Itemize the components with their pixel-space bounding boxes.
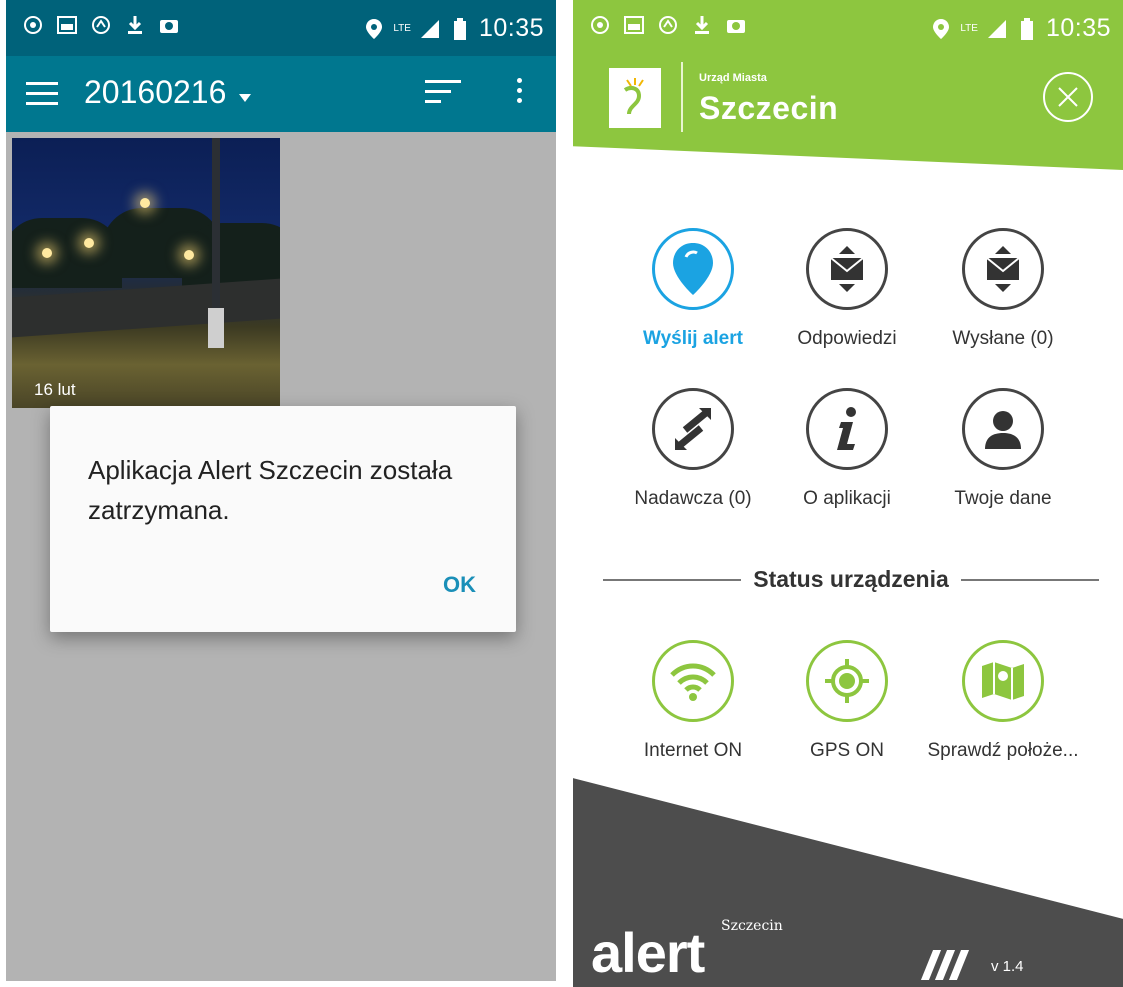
menu-label: Twoje dane: [954, 488, 1052, 509]
header-divider: [681, 62, 683, 132]
error-dialog: Aplikacja Alert Szczecin została zatrzym…: [50, 406, 516, 632]
photo-thumbnail[interactable]: [12, 138, 280, 408]
status-label: GPS ON: [810, 740, 884, 761]
status-heading-label: Status urządzenia: [753, 566, 949, 592]
menu-your-data[interactable]: Twoje dane: [913, 388, 1093, 510]
signal-icon: [986, 18, 1008, 40]
menu-responses[interactable]: Odpowiedzi: [757, 228, 937, 350]
network-label: LTE: [960, 22, 978, 34]
status-label: Sprawdź położe...: [927, 740, 1079, 761]
mail-in-icon: [806, 228, 888, 310]
left-screen: LTE 10:35 20160216 16 lut Aplikacja Aler…: [6, 0, 556, 981]
alert-logo: alert: [591, 921, 705, 984]
stripes-icon: [920, 950, 970, 980]
signal-icon: [419, 18, 441, 40]
menu-label: Odpowiedzi: [797, 328, 897, 349]
wifi-icon: [652, 640, 734, 722]
camera-icon: [725, 14, 747, 36]
status-label: Internet ON: [643, 740, 743, 761]
sort-icon[interactable]: [425, 80, 461, 108]
gps-icon: [806, 640, 888, 722]
location-icon: [363, 18, 385, 40]
image-icon: [56, 14, 78, 36]
image-icon: [623, 14, 645, 36]
clock: 10:35: [1045, 14, 1111, 42]
header-title: Szczecin: [699, 90, 839, 126]
menu-label: Wyślij alert: [643, 328, 743, 349]
camera-icon: [158, 14, 180, 36]
mail-out-icon: [962, 228, 1044, 310]
user-icon: [962, 388, 1044, 470]
header-subtitle: Urząd Miasta: [699, 72, 767, 84]
status-bar: LTE 10:35: [573, 0, 1123, 56]
app-version: v 1.4: [991, 958, 1024, 975]
menu-outbox[interactable]: Nadawcza (0): [603, 388, 783, 510]
clock: 10:35: [478, 14, 544, 42]
close-button[interactable]: [1043, 72, 1093, 122]
status-bar: LTE 10:35: [6, 0, 556, 56]
menu-about[interactable]: O aplikacji: [757, 388, 937, 510]
dropdown-icon[interactable]: [238, 90, 252, 108]
status-section-heading: Status urządzenia: [603, 566, 1100, 593]
download-icon: [691, 14, 713, 36]
info-icon: [806, 388, 888, 470]
menu-label: O aplikacji: [803, 488, 891, 509]
menu-label: Wysłane (0): [952, 328, 1054, 349]
download-icon: [124, 14, 146, 36]
status-internet: Internet ON: [603, 640, 783, 762]
whatsapp-icon: [22, 14, 44, 36]
battery-icon: [1016, 17, 1038, 40]
sync-icon: [90, 14, 112, 36]
status-check-location[interactable]: Sprawdź położe...: [913, 640, 1093, 762]
status-gps: GPS ON: [757, 640, 937, 762]
network-label: LTE: [393, 22, 411, 34]
album-title-dropdown[interactable]: 20160216: [84, 74, 226, 111]
location-icon: [930, 18, 952, 40]
outbox-arrows-icon: [652, 388, 734, 470]
more-options-icon[interactable]: [514, 78, 524, 110]
right-screen: LTE 10:35 Urząd Miasta Szczecin Wyślij a…: [573, 0, 1123, 987]
menu-sent[interactable]: Wysłane (0): [913, 228, 1093, 350]
ok-button[interactable]: OK: [437, 568, 482, 602]
battery-icon: [449, 17, 471, 40]
map-icon: [962, 640, 1044, 722]
photo-date: 16 lut: [34, 380, 76, 399]
city-logo-icon: [609, 68, 661, 128]
menu-send-alert[interactable]: Wyślij alert: [603, 228, 783, 350]
toolbar: 20160216: [6, 56, 556, 132]
map-pin-icon: [652, 228, 734, 310]
menu-icon[interactable]: [26, 82, 58, 106]
dialog-message: Aplikacja Alert Szczecin została zatrzym…: [88, 455, 453, 525]
menu-label: Nadawcza (0): [634, 488, 752, 509]
whatsapp-icon: [589, 14, 611, 36]
alert-logo-city: Szczecin: [721, 918, 783, 934]
sync-icon: [657, 14, 679, 36]
close-icon: [1058, 87, 1078, 107]
